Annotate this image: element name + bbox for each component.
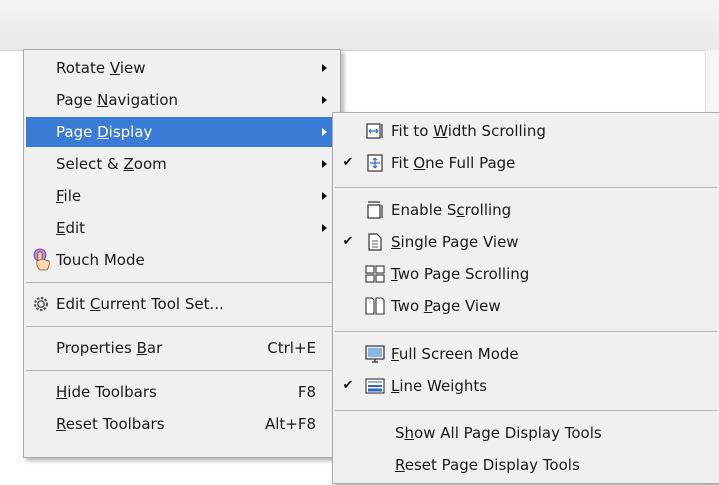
menu-item-select-zoom[interactable]: Select & Zoom [26, 149, 338, 179]
menu-separator [26, 370, 338, 371]
page-display-submenu: Fit to Width Scrolling ✔ Fit One Full Pa… [332, 112, 719, 484]
menu-item-touch-mode[interactable]: Touch Mode [26, 245, 338, 275]
menu-item-rotate-view[interactable]: Rotate View [26, 53, 338, 83]
menu-item-reset-toolbars[interactable]: Reset Toolbars Alt+F8 [26, 409, 338, 439]
full-screen-icon [365, 345, 385, 363]
single-page-icon [368, 233, 382, 251]
submenu-arrow-icon [322, 160, 327, 168]
submenu-arrow-icon [322, 128, 327, 136]
checkmark-icon: ✔ [342, 378, 354, 393]
gear-icon [33, 296, 49, 312]
menu-item-edit-current-tool-set[interactable]: Edit Current Tool Set... [26, 289, 338, 319]
submenu-item-show-all-page-display-tools[interactable]: Show All Page Display Tools [335, 418, 717, 448]
submenu-item-reset-page-display-tools[interactable]: Reset Page Display Tools [335, 450, 717, 480]
menu-separator [26, 326, 338, 327]
submenu-item-two-page-scrolling[interactable]: Two Page Scrolling [335, 259, 717, 289]
menu-separator [335, 331, 717, 332]
context-menu: Rotate View Page Navigation Page Display… [23, 49, 341, 458]
toolbar-area [0, 0, 719, 51]
submenu-item-enable-scrolling[interactable]: Enable Scrolling [335, 195, 717, 225]
checkmark-icon: ✔ [342, 234, 354, 249]
submenu-item-single-page-view[interactable]: ✔ Single Page View [335, 227, 717, 257]
menu-item-properties-bar[interactable]: Properties Bar Ctrl+E [26, 333, 338, 363]
submenu-item-fit-one-full-page[interactable]: ✔ Fit One Full Page [335, 148, 717, 178]
fit-page-icon [367, 154, 383, 172]
touch-hand-icon [33, 248, 50, 271]
menu-item-file[interactable]: File [26, 181, 338, 211]
submenu-item-fit-width-scrolling[interactable]: Fit to Width Scrolling [335, 116, 717, 146]
line-weights-icon [365, 378, 385, 394]
submenu-arrow-icon [322, 96, 327, 104]
menu-separator [335, 410, 717, 411]
two-page-scrolling-icon [365, 265, 385, 283]
menu-item-edit[interactable]: Edit [26, 213, 338, 243]
enable-scrolling-icon [367, 201, 383, 219]
submenu-arrow-icon [322, 192, 327, 200]
fit-width-icon [366, 123, 383, 139]
submenu-arrow-icon [322, 64, 327, 72]
menu-item-page-display[interactable]: Page Display [26, 117, 338, 147]
submenu-item-two-page-view[interactable]: Two Page View [335, 291, 717, 321]
two-page-view-icon [365, 297, 385, 315]
checkmark-icon: ✔ [342, 155, 354, 170]
menu-item-hide-toolbars[interactable]: Hide Toolbars F8 [26, 377, 338, 407]
menu-separator [26, 282, 338, 283]
submenu-item-full-screen-mode[interactable]: Full Screen Mode [335, 339, 717, 369]
submenu-item-line-weights[interactable]: ✔ Line Weights [335, 371, 717, 401]
menu-item-page-navigation[interactable]: Page Navigation [26, 85, 338, 115]
submenu-arrow-icon [322, 224, 327, 232]
menu-separator [335, 187, 717, 188]
